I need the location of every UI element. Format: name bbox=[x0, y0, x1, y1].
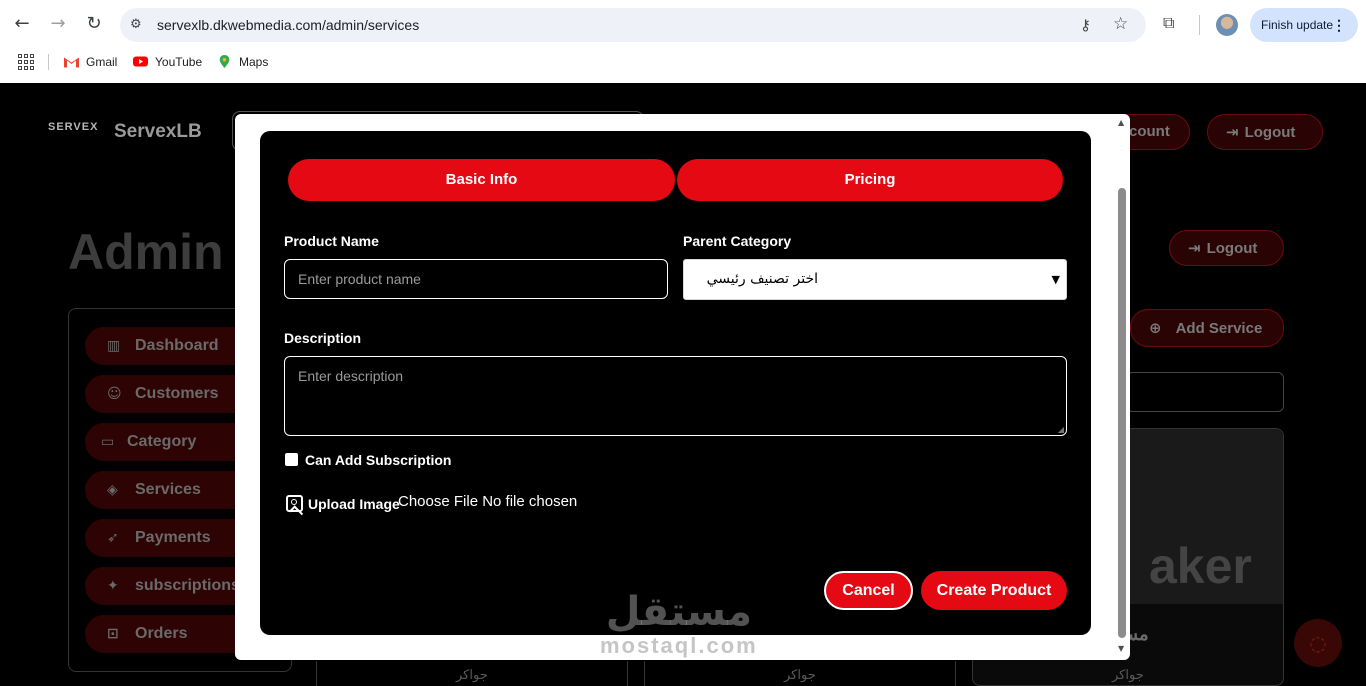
account-label: count bbox=[1129, 123, 1170, 140]
product-name-input[interactable]: Enter product name bbox=[284, 259, 668, 299]
upload-image-label: Upload Image bbox=[308, 496, 400, 512]
page-title: Admin bbox=[68, 224, 224, 280]
choose-file-button[interactable]: Choose File bbox=[398, 493, 478, 510]
maps-icon bbox=[219, 55, 230, 68]
bookmarks-bar: Gmail YouTube Maps bbox=[0, 48, 1366, 76]
image-upload-icon bbox=[286, 495, 303, 512]
browser-toolbar: ← → ↻ ⚙ servexlb.dkwebmedia.com/admin/se… bbox=[0, 0, 1366, 48]
forward-icon[interactable]: → bbox=[46, 12, 70, 36]
services-search bbox=[1126, 372, 1284, 412]
chart-icon: ▥ bbox=[107, 338, 121, 354]
logout-icon: ⇥ bbox=[1226, 123, 1239, 141]
profile-avatar[interactable] bbox=[1216, 14, 1238, 36]
description-textarea[interactable]: Enter description ◢ bbox=[284, 356, 1067, 436]
description-placeholder: Enter description bbox=[298, 368, 404, 384]
reload-icon[interactable]: ↻ bbox=[82, 12, 106, 36]
gmail-icon bbox=[64, 57, 79, 68]
create-product-button[interactable]: Create Product bbox=[921, 571, 1067, 610]
main-logout-button: ⇥ Logout bbox=[1169, 230, 1284, 266]
password-key-icon[interactable]: ⚷ bbox=[1080, 16, 1091, 34]
bookmark-star-icon[interactable]: ☆ bbox=[1113, 14, 1128, 34]
parent-category-value: اختر تصنيف رئيسي bbox=[706, 271, 818, 287]
bookmarks-divider bbox=[48, 54, 49, 70]
add-service-button: ⊕ Add Service bbox=[1130, 309, 1284, 347]
brand-logo: SERVEX bbox=[48, 121, 99, 133]
sparkle-icon: ✦ bbox=[107, 578, 119, 594]
watermark: مستقل mostaql.com bbox=[600, 590, 758, 658]
scrollbar-thumb[interactable] bbox=[1118, 188, 1126, 638]
sidebar-item-label: Orders bbox=[135, 625, 188, 642]
sidebar-item-label: Services bbox=[135, 481, 201, 498]
toolbar-divider bbox=[1199, 15, 1200, 35]
sidebar-item-label: Dashboard bbox=[135, 337, 219, 354]
file-input[interactable]: Choose File No file chosen bbox=[398, 493, 577, 510]
bookmark-label: YouTube bbox=[155, 55, 203, 69]
add-service-label: Add Service bbox=[1175, 320, 1263, 337]
apps-grid-icon[interactable] bbox=[18, 54, 34, 70]
watermark-arabic: مستقل bbox=[605, 589, 752, 635]
subscription-checkbox[interactable] bbox=[285, 453, 298, 466]
header-logout-button: ⇥ Logout bbox=[1207, 114, 1323, 150]
add-product-modal: Basic Info Pricing Product Name Enter pr… bbox=[260, 131, 1091, 635]
cart-icon: ⊡ bbox=[107, 626, 119, 642]
tab-pricing[interactable]: Pricing bbox=[677, 159, 1063, 201]
rocket-icon: ➶ bbox=[107, 530, 119, 546]
parent-category-label: Parent Category bbox=[683, 233, 792, 249]
plus-circle-icon: ⊕ bbox=[1149, 319, 1162, 337]
site-settings-icon[interactable]: ⚙ bbox=[130, 17, 146, 33]
extensions-icon[interactable]: ⧉ bbox=[1163, 13, 1183, 33]
description-label: Description bbox=[284, 330, 362, 346]
back-icon[interactable]: ← bbox=[10, 12, 34, 36]
brand-name: ServexLB bbox=[114, 121, 202, 142]
bookmark-youtube[interactable]: YouTube bbox=[133, 54, 202, 70]
youtube-icon bbox=[133, 56, 148, 67]
cancel-button[interactable]: Cancel bbox=[824, 571, 913, 610]
product-name-label: Product Name bbox=[284, 233, 379, 249]
chevron-down-icon: ▼ bbox=[1051, 273, 1060, 286]
bookmark-label: Maps bbox=[239, 55, 269, 69]
tab-basic-info[interactable]: Basic Info bbox=[288, 159, 675, 201]
logout-icon: ⇥ bbox=[1188, 239, 1201, 257]
scroll-up-icon[interactable]: ▲ bbox=[1118, 118, 1124, 127]
users-icon: ☺ bbox=[107, 386, 122, 402]
bookmark-label: Gmail bbox=[86, 55, 118, 69]
bookmark-maps[interactable]: Maps bbox=[217, 54, 268, 70]
card-footer-text: جواكر bbox=[456, 667, 488, 682]
logout-label: Logout bbox=[1244, 124, 1296, 141]
bookmark-gmail[interactable]: Gmail bbox=[64, 54, 117, 70]
logout-label: Logout bbox=[1206, 240, 1258, 257]
card-footer-text: جواكر bbox=[784, 667, 816, 682]
sidebar-item-label: Payments bbox=[135, 529, 211, 546]
url-text[interactable]: servexlb.dkwebmedia.com/admin/services bbox=[157, 17, 419, 33]
sidebar-item-label: Customers bbox=[135, 385, 219, 402]
parent-category-select[interactable]: اختر تصنيف رئيسي ▼ bbox=[683, 259, 1067, 300]
resize-grip-icon[interactable]: ◢ bbox=[1058, 425, 1064, 434]
finish-update-label: Finish update bbox=[1261, 18, 1334, 32]
browser-chrome: ← → ↻ ⚙ servexlb.dkwebmedia.com/admin/se… bbox=[0, 0, 1366, 83]
scroll-down-icon[interactable]: ▼ bbox=[1118, 644, 1124, 653]
watermark-latin: mostaql.com bbox=[600, 633, 758, 658]
menu-dots-icon: ⋮ bbox=[1332, 17, 1346, 33]
finish-update-button[interactable]: Finish update ⋮ bbox=[1250, 8, 1358, 42]
category-icon: ▭ bbox=[101, 434, 115, 450]
box-icon: ◈ bbox=[107, 482, 118, 498]
card-footer-text: جواكر bbox=[1112, 667, 1144, 682]
address-bar[interactable]: ⚙ servexlb.dkwebmedia.com/admin/services… bbox=[120, 8, 1146, 42]
file-status-text: No file chosen bbox=[482, 493, 578, 510]
sidebar-item-label: subscriptions bbox=[135, 577, 240, 594]
sidebar-item-label: Category bbox=[127, 433, 197, 450]
subscription-label[interactable]: Can Add Subscription bbox=[305, 452, 451, 468]
card-image-text: aker bbox=[1149, 538, 1252, 594]
chat-icon: ◌ bbox=[1294, 619, 1342, 667]
